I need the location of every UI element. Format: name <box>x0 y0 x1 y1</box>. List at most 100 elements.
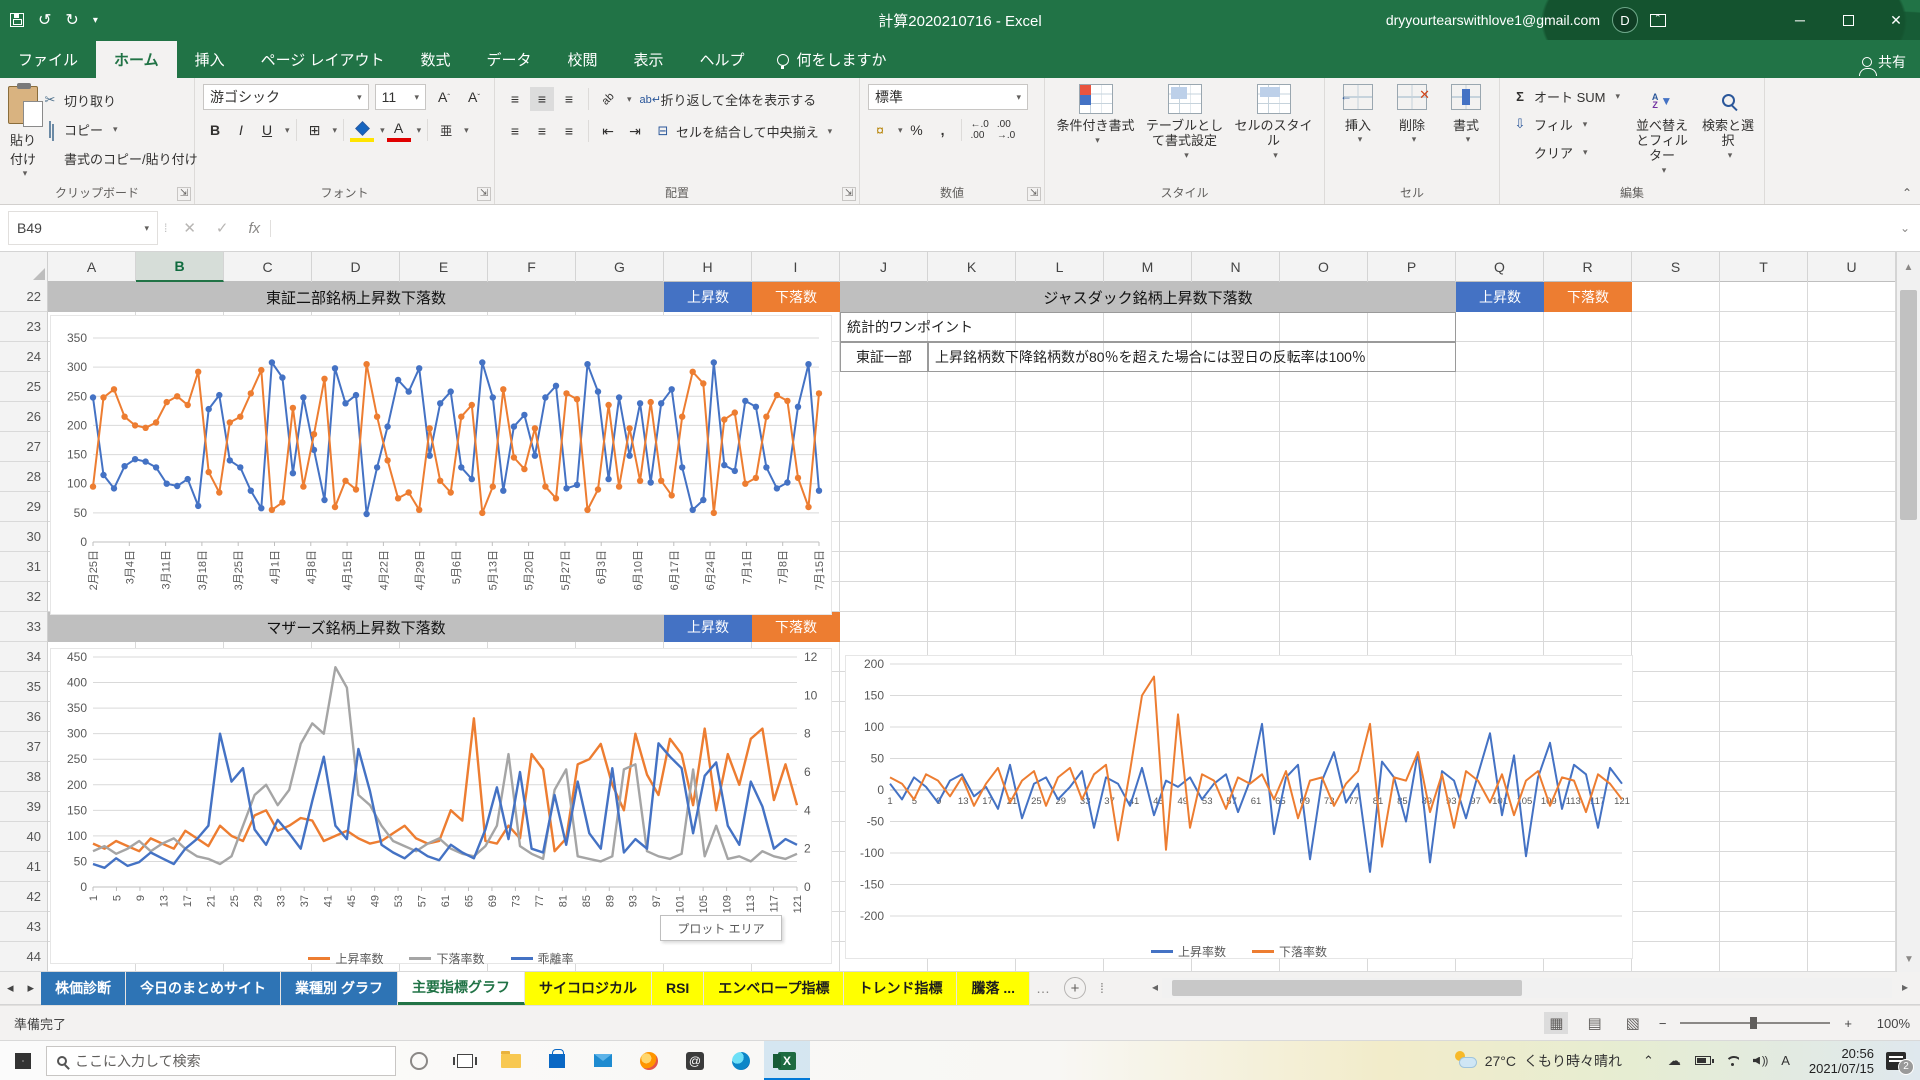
row-header-33[interactable]: 33 <box>0 612 47 642</box>
decrease-decimal-icon[interactable]: .00→.0 <box>994 118 1018 142</box>
tab-splitter-icon[interactable]: ⁞ <box>1094 980 1110 996</box>
expand-formula-bar-icon[interactable]: ⌄ <box>1890 221 1920 235</box>
increase-font-icon[interactable]: Aˆ <box>432 85 456 109</box>
cell-down-badge-2[interactable]: 下落数 <box>1544 282 1632 312</box>
row-header-39[interactable]: 39 <box>0 792 47 822</box>
ribbon-tab-ヘルプ[interactable]: ヘルプ <box>682 41 763 78</box>
column-header-T[interactable]: T <box>1720 252 1808 282</box>
volume-icon[interactable]: )) <box>1746 1055 1774 1067</box>
mail-button[interactable] <box>580 1041 626 1080</box>
vertical-scrollbar[interactable]: ▼ <box>1896 282 1920 972</box>
scroll-right-icon[interactable]: ▸ <box>1902 980 1908 994</box>
row-header-29[interactable]: 29 <box>0 492 47 522</box>
sheet-tab-サイコロジカル[interactable]: サイコロジカル <box>525 972 652 1005</box>
fill-color-icon[interactable] <box>350 118 374 142</box>
cell-up-badge-2[interactable]: 上昇数 <box>1456 282 1544 312</box>
cut-button[interactable]: ✂切り取り <box>38 88 202 112</box>
column-header-L[interactable]: L <box>1016 252 1104 282</box>
sheet-grid[interactable]: 2223242526272829303132333435363738394041… <box>0 282 1920 972</box>
column-header-I[interactable]: I <box>752 252 840 282</box>
row-header-36[interactable]: 36 <box>0 702 47 732</box>
insert-function-icon[interactable]: fx <box>239 220 272 237</box>
format-as-table-button[interactable]: テーブルとして書式設定▾ <box>1142 84 1227 182</box>
decrease-indent-icon[interactable]: ⇤ <box>596 119 620 143</box>
decrease-font-icon[interactable]: Aˇ <box>462 85 486 109</box>
tray-expand-icon[interactable]: ⌃ <box>1636 1053 1661 1069</box>
cell-up-badge-3[interactable]: 上昇数 <box>664 612 752 642</box>
column-header-D[interactable]: D <box>312 252 400 282</box>
sheet-tab-株価診断[interactable]: 株価診断 <box>41 972 126 1005</box>
zoom-out-icon[interactable]: − <box>1659 1016 1667 1031</box>
column-header-P[interactable]: P <box>1368 252 1456 282</box>
sheet-tab-RSI[interactable]: RSI <box>652 972 704 1005</box>
row-header-44[interactable]: 44 <box>0 942 47 972</box>
clipboard-dialog-launcher-icon[interactable]: ⇲ <box>177 187 191 201</box>
row-header-42[interactable]: 42 <box>0 882 47 912</box>
increase-indent-icon[interactable]: ⇥ <box>623 119 647 143</box>
row-header-31[interactable]: 31 <box>0 552 47 582</box>
minimize-button[interactable]: ─ <box>1776 0 1824 40</box>
add-sheet-icon[interactable]: + <box>1064 977 1086 999</box>
page-layout-view-icon[interactable]: ▤ <box>1582 1012 1606 1034</box>
scroll-down-icon[interactable]: ▼ <box>1897 946 1920 972</box>
paste-button[interactable]: 貼り付け ▾ <box>8 84 38 180</box>
cell-jasdaq-title[interactable]: ジャスダック銘柄上昇数下落数 <box>840 282 1456 312</box>
cell-up-badge-1[interactable]: 上昇数 <box>664 282 752 312</box>
cell-down-badge-3[interactable]: 下落数 <box>752 612 840 642</box>
align-middle-icon[interactable]: ≡ <box>530 87 554 111</box>
align-center-icon[interactable]: ≡ <box>530 119 554 143</box>
row-header-24[interactable]: 24 <box>0 342 47 372</box>
cell-mothers-title[interactable]: マザーズ銘柄上昇数下落数 <box>48 612 664 642</box>
row-header-22[interactable]: 22 <box>0 282 47 312</box>
sort-filter-button[interactable]: AZ▼ 並べ替えとフィルター▾ <box>1634 84 1690 182</box>
conditional-formatting-button[interactable]: 条件付き書式▾ <box>1053 84 1138 182</box>
format-cells-button[interactable]: 書式▾ <box>1441 84 1491 182</box>
align-bottom-icon[interactable]: ≡ <box>557 87 581 111</box>
ribbon-tab-ファイル[interactable]: ファイル <box>0 41 96 78</box>
ribbon-display-options-icon[interactable] <box>1650 14 1666 27</box>
row-header-37[interactable]: 37 <box>0 732 47 762</box>
sheet-tab-エンベロープ指標[interactable]: エンベロープ指標 <box>704 972 844 1005</box>
cortana-button[interactable] <box>396 1041 442 1080</box>
more-sheets-icon[interactable]: … <box>1030 980 1056 996</box>
increase-decimal-icon[interactable]: ←.0.00 <box>968 118 992 142</box>
column-header-A[interactable]: A <box>48 252 136 282</box>
share-button[interactable]: 共有 <box>1862 52 1906 72</box>
horizontal-scroll-thumb[interactable] <box>1172 980 1522 996</box>
column-header-B[interactable]: B <box>136 252 224 282</box>
column-header-J[interactable]: J <box>840 252 928 282</box>
task-view-button[interactable] <box>442 1041 488 1080</box>
number-dialog-launcher-icon[interactable]: ⇲ <box>1027 187 1041 201</box>
number-format-combo[interactable]: 標準▾ <box>868 84 1028 110</box>
align-left-icon[interactable]: ≡ <box>503 119 527 143</box>
delete-cells-button[interactable]: 削除▾ <box>1387 84 1437 182</box>
name-box[interactable]: B49▾ <box>8 211 158 245</box>
ribbon-tab-挿入[interactable]: 挿入 <box>177 41 243 78</box>
cell-onepoint-box[interactable]: 統計的ワンポイント <box>840 312 1456 342</box>
borders-icon[interactable]: ⊞ <box>303 118 327 142</box>
comma-style-icon[interactable]: , <box>931 118 955 142</box>
zoom-in-icon[interactable]: + <box>1844 1016 1852 1031</box>
vertical-scroll-thumb[interactable] <box>1900 290 1917 520</box>
bold-button[interactable]: B <box>203 118 227 142</box>
row-header-41[interactable]: 41 <box>0 852 47 882</box>
avatar[interactable]: D <box>1612 7 1638 33</box>
chart-jasdaq-rate[interactable]: -200-150-100-500501001502001591317212529… <box>845 655 1633 959</box>
confirm-entry-icon[interactable]: ✓ <box>206 219 239 237</box>
row-header-26[interactable]: 26 <box>0 402 47 432</box>
close-button[interactable]: ✕ <box>1872 0 1920 40</box>
font-color-icon[interactable]: A <box>387 118 411 142</box>
ime-mode[interactable]: A <box>1774 1053 1797 1068</box>
column-header-U[interactable]: U <box>1808 252 1896 282</box>
align-top-icon[interactable]: ≡ <box>503 87 527 111</box>
cell-down-badge-1[interactable]: 下落数 <box>752 282 840 312</box>
sheet-nav-left-icon[interactable]: ◂ <box>0 980 21 996</box>
merge-center-button[interactable]: ⊟セルを結合して中央揃え▾ <box>650 118 837 144</box>
page-break-view-icon[interactable]: ▧ <box>1621 1012 1645 1034</box>
excel-taskbar-button[interactable]: X <box>764 1041 810 1080</box>
ribbon-tab-表示[interactable]: 表示 <box>616 41 682 78</box>
alignment-dialog-launcher-icon[interactable]: ⇲ <box>842 187 856 201</box>
font-size-combo[interactable]: 11▾ <box>375 84 426 110</box>
row-header-27[interactable]: 27 <box>0 432 47 462</box>
chart-tosho2[interactable]: 0501001502002503003502月25日3月4日3月11日3月18日… <box>50 315 832 615</box>
